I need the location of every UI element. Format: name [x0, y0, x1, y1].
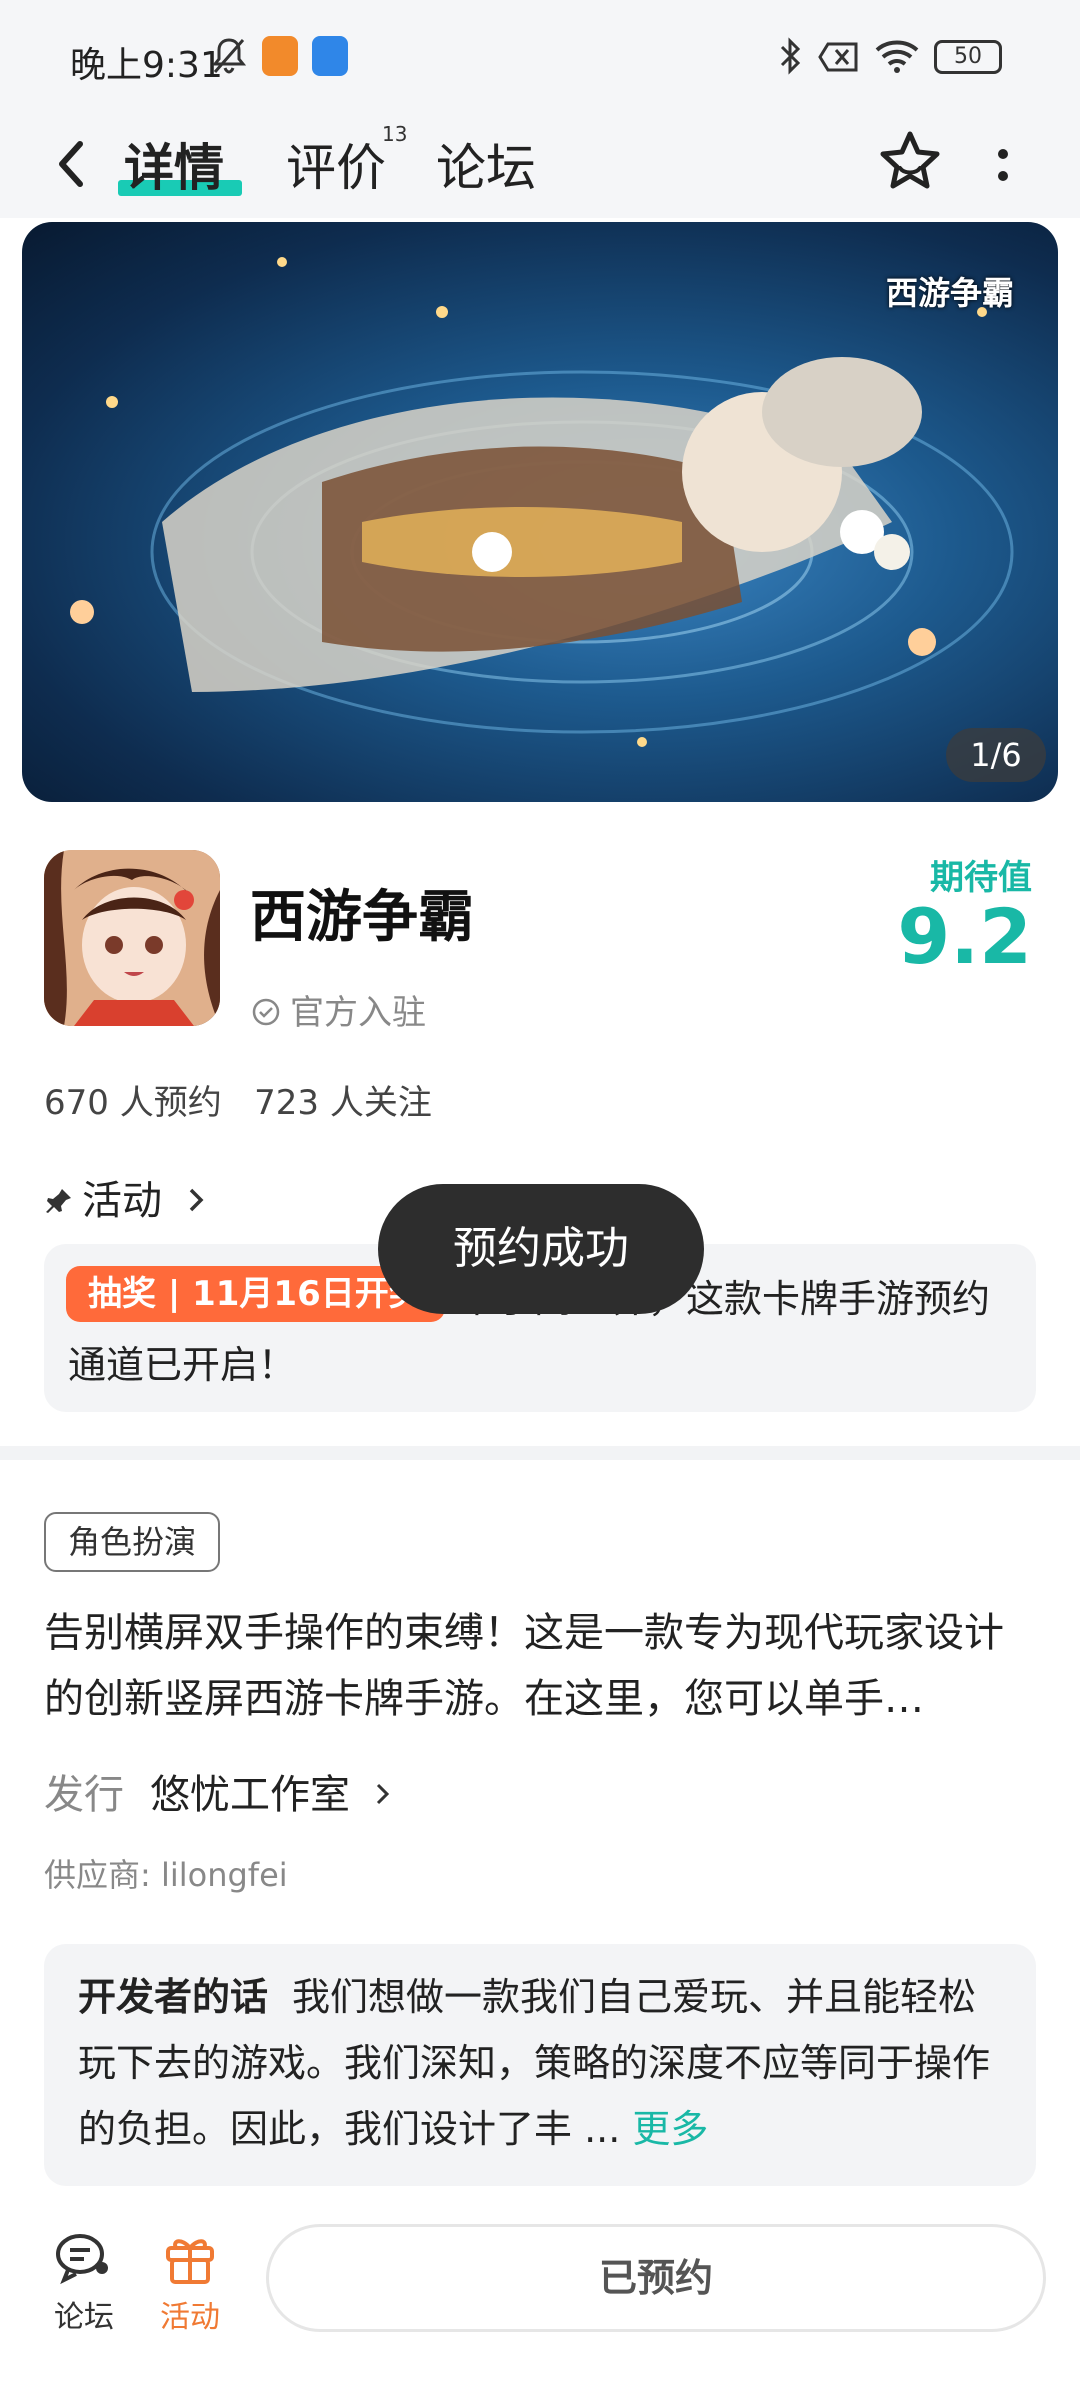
wifi-icon — [875, 40, 919, 73]
check-circle-icon — [252, 998, 280, 1026]
official-badge: 官方入驻 — [250, 985, 426, 1034]
game-icon-artwork — [44, 850, 220, 1026]
publisher-row[interactable]: 发行 悠忧工作室 — [44, 1762, 395, 1820]
activity-button[interactable]: 活动 — [150, 2230, 230, 2336]
pin-icon — [46, 1189, 71, 1213]
activity-title-label: 活动 — [82, 1178, 162, 1224]
banner-page-counter: 1/6 — [946, 728, 1046, 782]
forum-chat-icon — [56, 2234, 108, 2285]
activity-section-title[interactable]: 活动 — [44, 1168, 209, 1226]
mute-bell-icon — [212, 38, 246, 74]
reserved-button[interactable]: 已预约 — [266, 2224, 1046, 2332]
bluetooth-icon — [780, 37, 801, 75]
banner-game-logo: 西游争霸 — [885, 274, 1014, 312]
section-divider — [0, 1446, 1080, 1460]
favorite-star-icon[interactable] — [876, 128, 944, 196]
reservation-follow-counts: 670 人预约 723 人关注 — [44, 1083, 432, 1123]
tab-forum[interactable]: 论坛 — [436, 128, 536, 200]
status-bar: 晚上9:31 50 — [0, 0, 1080, 118]
review-count-badge: 13 — [382, 122, 408, 146]
reservation-success-toast: 预约成功 — [378, 1184, 704, 1314]
bottom-action-bar: 论坛 活动 已预约 — [0, 2210, 1080, 2400]
chevron-right-icon — [189, 1188, 204, 1212]
back-arrow-icon[interactable] — [52, 134, 92, 194]
status-time: 晚上9:31 — [70, 45, 223, 86]
app-notification-icon-1 — [262, 36, 298, 76]
forum-button[interactable]: 论坛 — [44, 2230, 124, 2336]
publisher-name: 悠忧工作室 — [150, 1772, 350, 1818]
game-title: 西游争霸 — [250, 885, 474, 950]
developer-words-card[interactable]: 开发者的话 我们想做一款我们自己爱玩、并且能轻松玩下去的游戏。我们深知，策略的深度… — [44, 1944, 1036, 2186]
developer-words-label: 开发者的话 — [78, 1975, 269, 2019]
game-screenshot-banner[interactable]: 西游争霸 1/6 — [22, 222, 1058, 802]
more-link[interactable]: 更多 — [632, 2107, 708, 2151]
game-icon — [44, 850, 220, 1026]
battery-level: 50 — [954, 44, 982, 69]
tab-details[interactable]: 详情 — [124, 128, 224, 200]
app-notification-icon-2 — [312, 36, 348, 76]
genre-tag[interactable]: 角色扮演 — [44, 1512, 221, 1572]
game-description[interactable]: 告别横屏双手操作的束缚！这是一款专为现代玩家设计的创新竖屏西游卡牌手游。在这里，… — [44, 1600, 1040, 1732]
forum-button-label: 论坛 — [54, 2300, 114, 2335]
publisher-label: 发行 — [44, 1772, 124, 1818]
gift-icon — [166, 2239, 214, 2284]
top-nav: 详情 评价 13 论坛 — [0, 118, 1080, 218]
supplier-info: 供应商: lilongfei — [44, 1856, 288, 1894]
chevron-right-icon — [376, 1783, 389, 1805]
activity-button-label: 活动 — [160, 2300, 220, 2335]
battery-icon: 50 — [934, 40, 1002, 74]
no-sim-icon — [818, 42, 858, 72]
more-options-icon[interactable] — [988, 138, 1018, 198]
developer-words-body: 开发者的话 我们想做一款我们自己爱玩、并且能轻松玩下去的游戏。我们深知，策略的深度… — [78, 1964, 1008, 2162]
tab-reviews[interactable]: 评价 — [286, 128, 386, 200]
expectation-score: 9.2 — [897, 892, 1032, 981]
official-label: 官方入驻 — [290, 993, 426, 1033]
